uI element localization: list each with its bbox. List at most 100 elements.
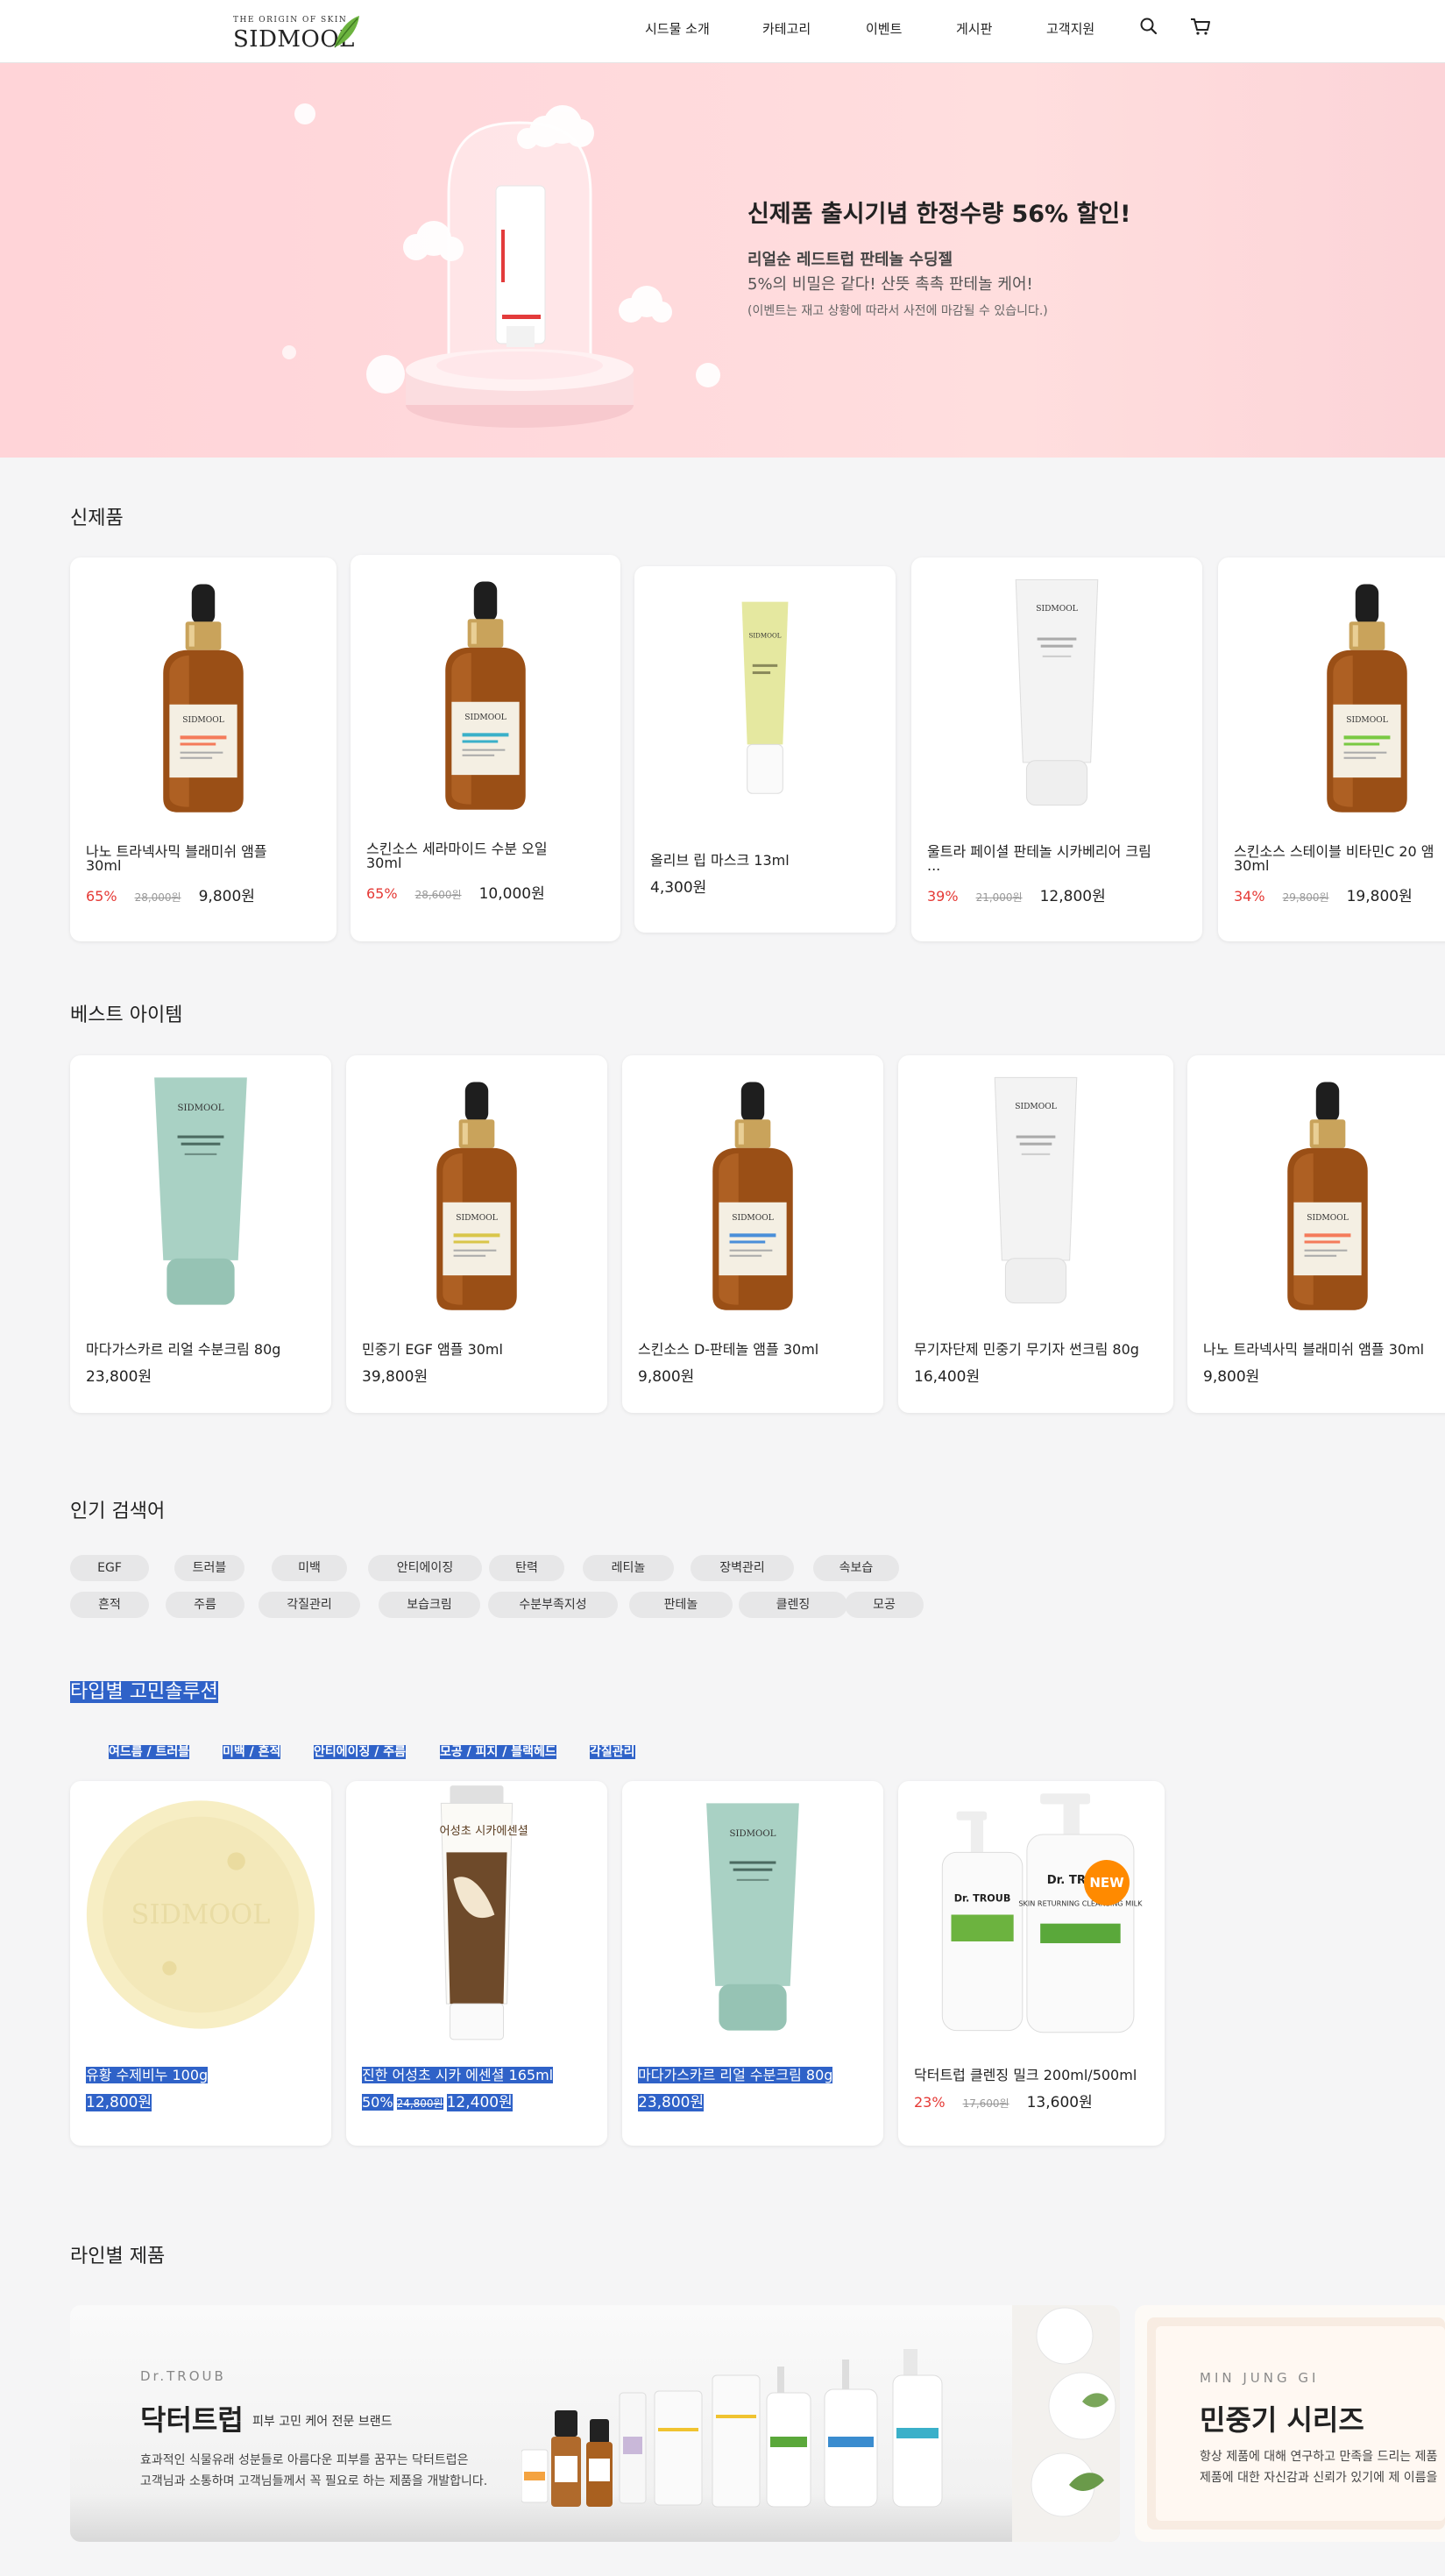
svg-text:어성초 시카에센셜: 어성초 시카에센셜 <box>439 1824 528 1838</box>
product-name[interactable]: 나노 트라넥사믹 블래미쉬 앰플 30ml <box>1203 1338 1424 1359</box>
keyword-tag[interactable]: EGF <box>70 1555 149 1581</box>
product-name[interactable]: 닥터트럽 클렌징 밀크 200ml/500ml <box>914 2063 1137 2084</box>
new-product-card[interactable]: SIDMOOL 올리브 립 마스크 13ml 4,300원 <box>634 566 896 933</box>
search-icon[interactable] <box>1137 14 1161 39</box>
type-product-card[interactable]: SIDMOOL 유황 수제비누 100g 12,800원 <box>70 1781 331 2146</box>
product-thumbnail[interactable]: SIDMOOL <box>351 555 620 822</box>
best-product-card[interactable]: SIDMOOL 민중기 EGF 앰플 30ml 39,800원 <box>346 1055 607 1413</box>
minjunggi-desc-line2: 제품에 대한 자신감과 신뢰가 있기에 제 이름을 <box>1200 2471 1438 2485</box>
product-thumbnail[interactable]: Dr. TROUB Dr. TROUB SKIN RETURNING CLEANSI… <box>898 1781 1165 2048</box>
svg-text:SIDMOOL: SIDMOOL <box>456 1214 498 1223</box>
tab-whitening-marks[interactable]: 미백 / 흔적 <box>223 1742 281 1760</box>
sale-price: 10,000원 <box>478 885 545 903</box>
product-price-row: 34% 29,800원 19,800원 <box>1234 884 1413 905</box>
product-thumbnail[interactable]: SIDMOOL <box>1187 1055 1445 1323</box>
product-thumbnail[interactable]: 어성초 시카에센셜 <box>346 1781 607 2048</box>
best-product-card[interactable]: SIDMOOL 스킨소스 D-판테놀 앰플 30ml 9,800원 <box>622 1055 883 1413</box>
new-badge: NEW <box>1084 1860 1130 1905</box>
product-thumbnail[interactable]: SIDMOOL <box>622 1781 883 2048</box>
original-price: 28,600원 <box>414 889 462 901</box>
product-thumbnail[interactable]: SIDMOOL <box>70 1781 331 2048</box>
minjunggi-line-banner[interactable]: MIN JUNG GI 민중기 시리즈 항상 제품에 대해 연구하고 만족을 드… <box>1135 2305 1445 2542</box>
svg-text:SIDMOOL: SIDMOOL <box>748 631 781 639</box>
drtroub-line-banner[interactable]: Dr.TROUB 닥터트럽 피부 고민 케어 전문 브랜드 효과적인 식물유래 … <box>70 2305 1120 2542</box>
product-name[interactable]: 마다가스카르 리얼 수분크림 80g <box>638 2063 833 2084</box>
product-thumbnail[interactable]: SIDMOOL <box>911 557 1202 825</box>
best-product-card[interactable]: SIDMOOL 마다가스카르 리얼 수분크림 80g 23,800원 <box>70 1055 331 1413</box>
product-thumbnail[interactable]: SIDMOOL <box>70 1055 331 1323</box>
keyword-tag[interactable]: 탄력 <box>489 1555 564 1581</box>
keyword-tag[interactable]: 미백 <box>272 1555 347 1581</box>
tab-acne-trouble[interactable]: 여드름 / 트러블 <box>109 1742 190 1760</box>
keyword-tag[interactable]: 클렌징 <box>739 1592 847 1618</box>
discount-rate: 50% <box>362 2094 393 2111</box>
keyword-tag[interactable]: 레티놀 <box>583 1555 674 1581</box>
discount-rate: 65% <box>86 888 117 905</box>
product-name[interactable]: 울트라 페이셜 판테놀 시카베리어 크림 <box>927 840 1151 861</box>
keyword-tag[interactable]: 판테놀 <box>629 1592 733 1618</box>
tab-pore-sebum[interactable]: 모공 / 피지 / 블랙헤드 <box>440 1742 556 1760</box>
product-name[interactable]: 민중기 EGF 앰플 30ml <box>362 1338 503 1359</box>
minjunggi-title: 민중기 시리즈 <box>1200 2403 1364 2437</box>
product-name[interactable]: 스킨소스 D-판테놀 앰플 30ml <box>638 1338 818 1359</box>
product-name[interactable]: 마다가스카르 리얼 수분크림 80g <box>86 1338 280 1359</box>
keyword-tag[interactable]: 모공 <box>845 1592 924 1618</box>
type-product-card[interactable]: 어성초 시카에센셜 진한 어성초 시카 에센셜 165ml 50% 24,800원 12… <box>346 1781 607 2146</box>
keyword-tag[interactable]: 안티에이징 <box>368 1555 482 1581</box>
product-name[interactable]: 올리브 립 마스크 13ml <box>650 848 790 869</box>
section-title-keywords: 인기 검색어 <box>70 1501 166 1522</box>
type-product-card[interactable]: SIDMOOL 마다가스카르 리얼 수분크림 80g 23,800원 <box>622 1781 883 2146</box>
svg-text:SIDMOOL: SIDMOOL <box>1307 1214 1349 1223</box>
new-product-card[interactable]: SIDMOOL 나노 트라넥사믹 블래미쉬 앰플 30ml 65% 28,000원 9,8… <box>70 557 336 941</box>
original-price: 17,600원 <box>962 2097 1009 2110</box>
cart-icon[interactable] <box>1188 14 1213 39</box>
best-product-card[interactable]: SIDMOOL 나노 트라넥사믹 블래미쉬 앰플 30ml 9,800원 <box>1187 1055 1445 1413</box>
keyword-tag[interactable]: 흔적 <box>70 1592 149 1618</box>
keyword-tag[interactable]: 트러블 <box>174 1555 244 1581</box>
drtroub-title: 닥터트럽 <box>140 2403 244 2437</box>
original-price: 21,000원 <box>975 891 1023 904</box>
product-name[interactable]: 유황 수제비누 100g <box>86 2063 209 2084</box>
site-header: THE ORIGIN OF SKIN SIDMOOL 시드물 소개 카테고리 이… <box>0 0 1445 63</box>
product-name[interactable]: 무기자단제 민중기 무기자 썬크림 80g <box>914 1338 1139 1359</box>
new-product-card[interactable]: SIDMOOL 울트라 페이셜 판테놀 시카베리어 크림... 39% 21,000원… <box>911 557 1202 941</box>
nav-board[interactable]: 게시판 <box>956 19 992 44</box>
original-price: 24,800원 <box>396 2097 443 2110</box>
product-thumbnail[interactable]: SIDMOOL <box>346 1055 607 1323</box>
product-thumbnail[interactable]: SIDMOOL <box>898 1055 1173 1323</box>
discount-rate: 65% <box>366 885 398 902</box>
keyword-tag[interactable]: 각질관리 <box>259 1592 360 1618</box>
hero-tagline: 5%의 비밀은 같다! 산뜻 촉촉 판테놀 케어! <box>747 275 1033 294</box>
product-name-line2: 30ml <box>86 857 122 874</box>
nav-brand-intro[interactable]: 시드물 소개 <box>645 19 710 44</box>
best-product-card[interactable]: SIDMOOL 무기자단제 민중기 무기자 썬크림 80g 16,400원 <box>898 1055 1173 1413</box>
product-price-row: 16,400원 <box>914 1364 980 1386</box>
hero-banner[interactable]: 신제품 출시기념 한정수량 56% 할인! 리얼순 레드트럽 판테놀 수딩젤 5… <box>0 63 1445 458</box>
keyword-tag[interactable]: 주름 <box>166 1592 244 1618</box>
nav-event[interactable]: 이벤트 <box>866 19 902 44</box>
drtroub-subtitle: 피부 고민 케어 전문 브랜드 <box>252 2415 393 2429</box>
nav-category[interactable]: 카테고리 <box>762 19 811 44</box>
nav-support[interactable]: 고객지원 <box>1046 19 1094 44</box>
tube-product-image: SIDMOOL <box>994 1076 1078 1304</box>
product-price-row: 39% 21,000원 12,800원 <box>927 884 1106 905</box>
product-thumbnail[interactable]: SIDMOOL <box>70 557 336 825</box>
original-price: 29,800원 <box>1282 891 1329 904</box>
tab-exfoliation[interactable]: 각질관리 <box>590 1742 635 1760</box>
product-thumbnail[interactable]: SIDMOOL <box>622 1055 883 1323</box>
sale-price: 12,800원 <box>86 2094 152 2111</box>
keyword-tag[interactable]: 장벽관리 <box>691 1555 794 1581</box>
tab-antiaging-wrinkle[interactable]: 안티에이징 / 주름 <box>314 1742 407 1760</box>
type-product-card[interactable]: Dr. TROUB Dr. TROUB SKIN RETURNING CLEANSI… <box>898 1781 1165 2146</box>
keyword-tag[interactable]: 속보습 <box>813 1555 899 1581</box>
keyword-tag[interactable]: 보습크림 <box>379 1592 480 1618</box>
new-product-card[interactable]: SIDMOOL 스킨소스 세라마이드 수분 오일 30ml 65% 28,600원 10,… <box>351 555 620 941</box>
sale-price: 39,800원 <box>362 1368 429 1386</box>
product-thumbnail[interactable]: SIDMOOL <box>1218 557 1445 825</box>
svg-text:SIDMOOL: SIDMOOL <box>732 1214 774 1223</box>
new-product-card[interactable]: SIDMOOL 스킨소스 스테이블 비타민C 20 앰 30ml 34% 29,800원… <box>1218 557 1445 941</box>
sidmool-logo[interactable]: THE ORIGIN OF SKIN SIDMOOL <box>233 12 365 53</box>
keyword-tag[interactable]: 수분부족지성 <box>488 1592 618 1618</box>
product-name[interactable]: 진한 어성초 시카 에센셜 165ml <box>362 2063 554 2084</box>
product-thumbnail[interactable]: SIDMOOL <box>634 566 896 834</box>
